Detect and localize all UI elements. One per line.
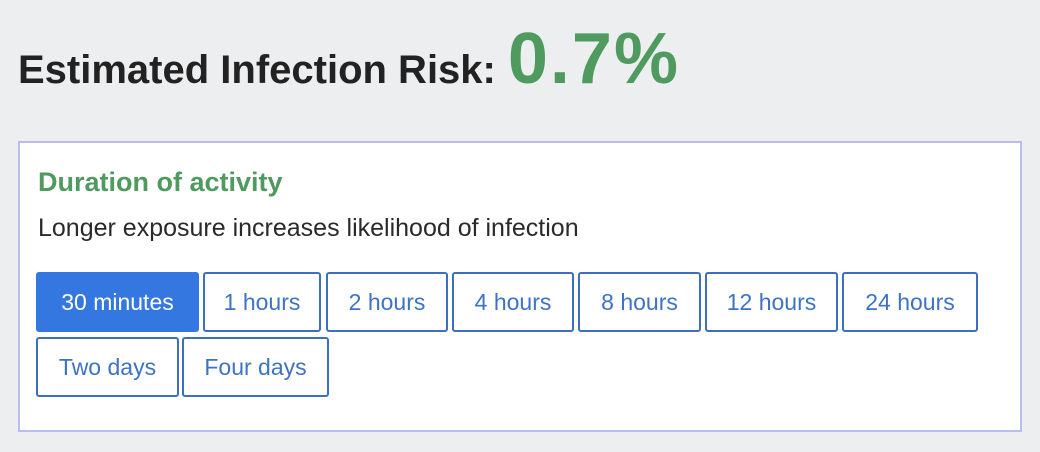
duration-option-1-hours[interactable]: 1 hours <box>203 272 321 332</box>
risk-header: Estimated Infection Risk: 0.7% <box>18 18 680 99</box>
duration-option-24-hours[interactable]: 24 hours <box>842 272 978 332</box>
duration-option-4-hours[interactable]: 4 hours <box>452 272 574 332</box>
duration-option-four-days[interactable]: Four days <box>182 337 329 397</box>
risk-value: 0.7% <box>507 19 680 99</box>
duration-option-2-hours[interactable]: 2 hours <box>326 272 448 332</box>
duration-title: Duration of activity <box>38 167 283 197</box>
duration-option-two-days[interactable]: Two days <box>36 337 179 397</box>
duration-panel: Duration of activity Longer exposure inc… <box>18 141 1022 432</box>
duration-option-12-hours[interactable]: 12 hours <box>705 272 838 332</box>
duration-description: Longer exposure increases likelihood of … <box>38 214 579 242</box>
risk-label: Estimated Infection Risk: <box>18 48 496 92</box>
duration-option-30-minutes[interactable]: 30 minutes <box>36 272 199 332</box>
duration-option-8-hours[interactable]: 8 hours <box>578 272 701 332</box>
